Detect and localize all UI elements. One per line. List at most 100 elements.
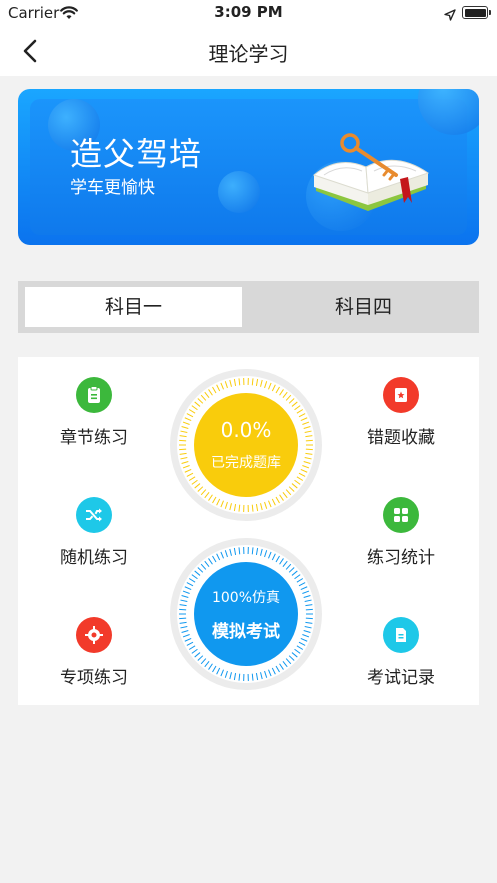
dial-tick [238, 547, 241, 555]
dial-tick [268, 551, 272, 559]
dial-tick [181, 630, 189, 633]
dial-tick [288, 655, 295, 661]
practice-stats-button[interactable]: 练习统计 [341, 497, 461, 568]
dial-tick [224, 670, 228, 678]
dial-tick [279, 558, 284, 565]
dial-tick [296, 645, 304, 650]
dial-tick [271, 384, 276, 392]
dial-tick [302, 421, 310, 425]
dial-tick [204, 491, 210, 499]
dial-tick [255, 547, 259, 555]
dial-tick [285, 489, 292, 496]
dial-tick [220, 382, 224, 390]
dial-tick [282, 391, 288, 399]
dial-tick [303, 630, 311, 633]
tab-subject-four[interactable]: 科目四 [255, 287, 472, 327]
dial-tick [275, 555, 280, 563]
dial-tick [300, 637, 308, 642]
dial-tick [303, 426, 311, 429]
dial-tick [260, 503, 263, 511]
location-arrow-icon [444, 6, 456, 25]
dial-tick [271, 553, 276, 561]
dial-tick [303, 461, 311, 464]
dial-tick [268, 500, 272, 508]
dial-tick [233, 378, 237, 386]
dial-tick [260, 548, 263, 556]
dial-tick [216, 667, 221, 675]
dial-tick [304, 430, 312, 434]
mock-exam-button[interactable]: 100%仿真 模拟考试 [170, 538, 322, 690]
dial-tick [184, 417, 192, 422]
dial-tick [282, 491, 288, 499]
tab-subject-one[interactable]: 科目一 [25, 287, 242, 327]
dial-tick [288, 567, 295, 573]
dial-tick [186, 472, 194, 477]
exam-tagline: 100%仿真 [211, 589, 281, 606]
special-practice-button[interactable]: 专项练习 [34, 617, 154, 688]
dial-tick [184, 586, 192, 591]
dial-tick [251, 378, 254, 386]
dial-tick [238, 504, 241, 512]
dial-tick [197, 486, 204, 492]
random-practice-button[interactable]: 随机练习 [34, 497, 154, 568]
dial-tick [271, 498, 276, 506]
dial-tick [233, 504, 237, 512]
dial-tick [255, 673, 259, 681]
dial-tick [304, 625, 312, 629]
dial-tick [296, 476, 304, 481]
dial-tick [204, 391, 210, 399]
dial-tick [294, 648, 301, 654]
dial-tick [197, 398, 204, 404]
dial-tick [194, 483, 201, 489]
dial-tick [194, 401, 201, 407]
dial-tick [279, 494, 284, 501]
dial-tick [303, 595, 311, 598]
dial-tick [302, 634, 310, 638]
practice-stats-label: 练习统计 [367, 548, 435, 568]
book-key-icon [308, 129, 438, 221]
dial-tick [264, 381, 268, 389]
wrong-questions-label: 错题收藏 [367, 428, 435, 448]
decorative-bubble [218, 171, 260, 213]
chapter-practice-label: 章节练习 [60, 428, 128, 448]
dial-tick [182, 465, 190, 469]
dial-tick [191, 648, 198, 654]
progress-dial[interactable]: 0.0% 已完成题库 [170, 369, 322, 521]
dial-tick [296, 409, 304, 414]
dial-tick [275, 496, 280, 504]
dial-tick [186, 582, 194, 587]
dial-tick [182, 421, 190, 425]
dial-tick [188, 409, 196, 414]
dial-tick [220, 669, 224, 677]
navigation-bar: 理论学习 [0, 26, 497, 76]
dial-tick [305, 604, 313, 607]
dial-tick [212, 665, 217, 673]
dial-tick [288, 398, 295, 404]
dial-tick [200, 489, 207, 496]
dial-tick [279, 389, 284, 396]
chapter-practice-button[interactable]: 章节练习 [34, 377, 154, 448]
dial-tick [264, 550, 268, 558]
dial-tick [291, 483, 298, 489]
dial-tick [229, 379, 232, 387]
dial-tick [264, 670, 268, 678]
exam-records-button[interactable]: 考试记录 [341, 617, 461, 688]
dial-tick [268, 669, 272, 677]
wrong-questions-button[interactable]: 错题收藏 [341, 377, 461, 448]
dial-tick [216, 498, 221, 506]
dial-tick [229, 503, 232, 511]
dial-tick [180, 456, 188, 460]
dial-tick [305, 435, 313, 438]
dial-tick [279, 663, 284, 670]
dial-tick [194, 570, 201, 576]
target-icon [76, 617, 112, 653]
dial-tick [296, 578, 304, 583]
random-practice-label: 随机练习 [60, 548, 128, 568]
dial-tick [224, 550, 228, 558]
dial-tick [186, 413, 194, 418]
dial-tick [180, 599, 188, 603]
promo-banner[interactable]: 造父驾培 学车更愉快 [18, 89, 479, 245]
dial-tick [208, 389, 213, 396]
dial-tick [200, 394, 207, 401]
dial-tick [294, 479, 301, 485]
